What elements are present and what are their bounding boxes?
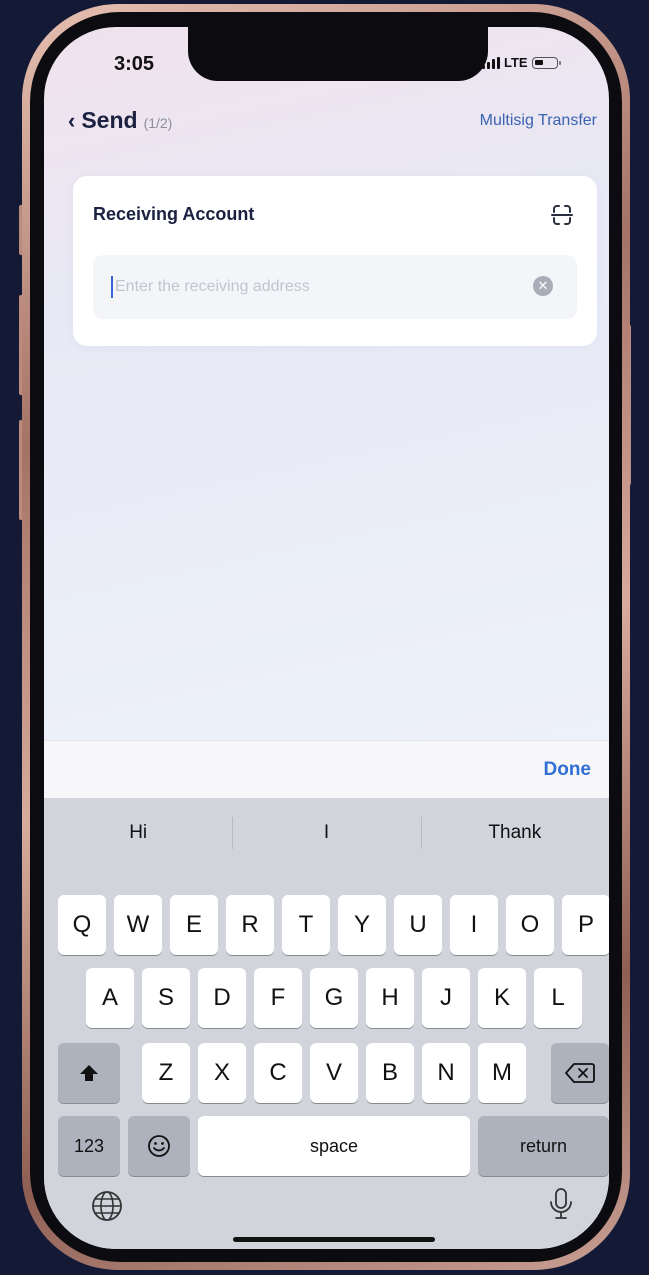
notch [188, 27, 488, 81]
suggestion-2[interactable]: I [232, 798, 420, 868]
key-m[interactable]: M [478, 1043, 526, 1103]
battery-icon [531, 56, 561, 69]
key-d[interactable]: D [198, 968, 246, 1028]
key-b[interactable]: B [366, 1043, 414, 1103]
key-a[interactable]: A [86, 968, 134, 1028]
suggestion-3[interactable]: Thank [420, 798, 609, 868]
key-l[interactable]: L [534, 968, 582, 1028]
key-w[interactable]: W [114, 895, 162, 955]
step-indicator: (1/2) [143, 115, 173, 131]
key-s[interactable]: S [142, 968, 190, 1028]
numbers-key[interactable]: 123 [58, 1116, 120, 1176]
return-key[interactable]: return [478, 1116, 609, 1176]
delete-key[interactable] [551, 1043, 609, 1103]
signal-icon [482, 56, 500, 69]
key-t[interactable]: T [282, 895, 330, 955]
keyboard-accessory-bar: Done [44, 740, 609, 799]
key-n[interactable]: N [422, 1043, 470, 1103]
receiving-account-card: Receiving Account Enter the receiving ad… [73, 176, 597, 346]
suggestion-bar: Hi I Thank [44, 798, 609, 868]
key-x[interactable]: X [198, 1043, 246, 1103]
key-c[interactable]: C [254, 1043, 302, 1103]
address-placeholder: Enter the receiving address [115, 278, 310, 295]
key-j[interactable]: J [422, 968, 470, 1028]
shift-key[interactable] [58, 1043, 120, 1103]
key-z[interactable]: Z [142, 1043, 190, 1103]
receiving-account-title: Receiving Account [93, 204, 255, 224]
space-key[interactable]: space [198, 1116, 470, 1176]
key-o[interactable]: O [506, 895, 554, 955]
key-v[interactable]: V [310, 1043, 358, 1103]
key-i[interactable]: I [450, 895, 498, 955]
chevron-left-icon: ‹ [68, 108, 76, 133]
key-u[interactable]: U [394, 895, 442, 955]
receiving-address-input[interactable]: Enter the receiving address ✕ [93, 255, 577, 319]
emoji-key[interactable] [128, 1116, 190, 1176]
status-time: 3:05 [114, 53, 155, 75]
page-title: Send [81, 107, 138, 133]
home-indicator [233, 1237, 435, 1242]
globe-icon[interactable] [88, 1187, 126, 1225]
key-f[interactable]: F [254, 968, 302, 1028]
multisig-transfer-link[interactable]: Multisig Transfer [480, 112, 597, 130]
key-y[interactable]: Y [338, 895, 386, 955]
key-p[interactable]: P [562, 895, 609, 955]
key-e[interactable]: E [170, 895, 218, 955]
network-type: LTE [504, 55, 528, 70]
status-icons: LTE [482, 55, 561, 70]
key-g[interactable]: G [310, 968, 358, 1028]
microphone-icon[interactable] [542, 1185, 580, 1223]
back-button[interactable]: ‹ Send (1/2) [68, 107, 172, 134]
keyboard: Hi I Thank Q W E R T Y U I O P A S D F G… [44, 798, 609, 1249]
key-k[interactable]: K [478, 968, 526, 1028]
phone-screen: 3:05 LTE ‹ Send (1/2) Multisig Transfer … [44, 27, 609, 1249]
suggestion-1[interactable]: Hi [44, 798, 232, 868]
key-h[interactable]: H [366, 968, 414, 1028]
text-caret [111, 276, 113, 298]
key-r[interactable]: R [226, 895, 274, 955]
shift-icon [80, 1065, 98, 1081]
emoji-icon [148, 1135, 170, 1157]
backspace-icon [565, 1063, 595, 1083]
key-q[interactable]: Q [58, 895, 106, 955]
scan-icon[interactable] [549, 202, 575, 228]
done-button[interactable]: Done [544, 759, 592, 781]
clear-icon[interactable]: ✕ [533, 276, 553, 296]
nav-bar: ‹ Send (1/2) Multisig Transfer [44, 105, 609, 141]
